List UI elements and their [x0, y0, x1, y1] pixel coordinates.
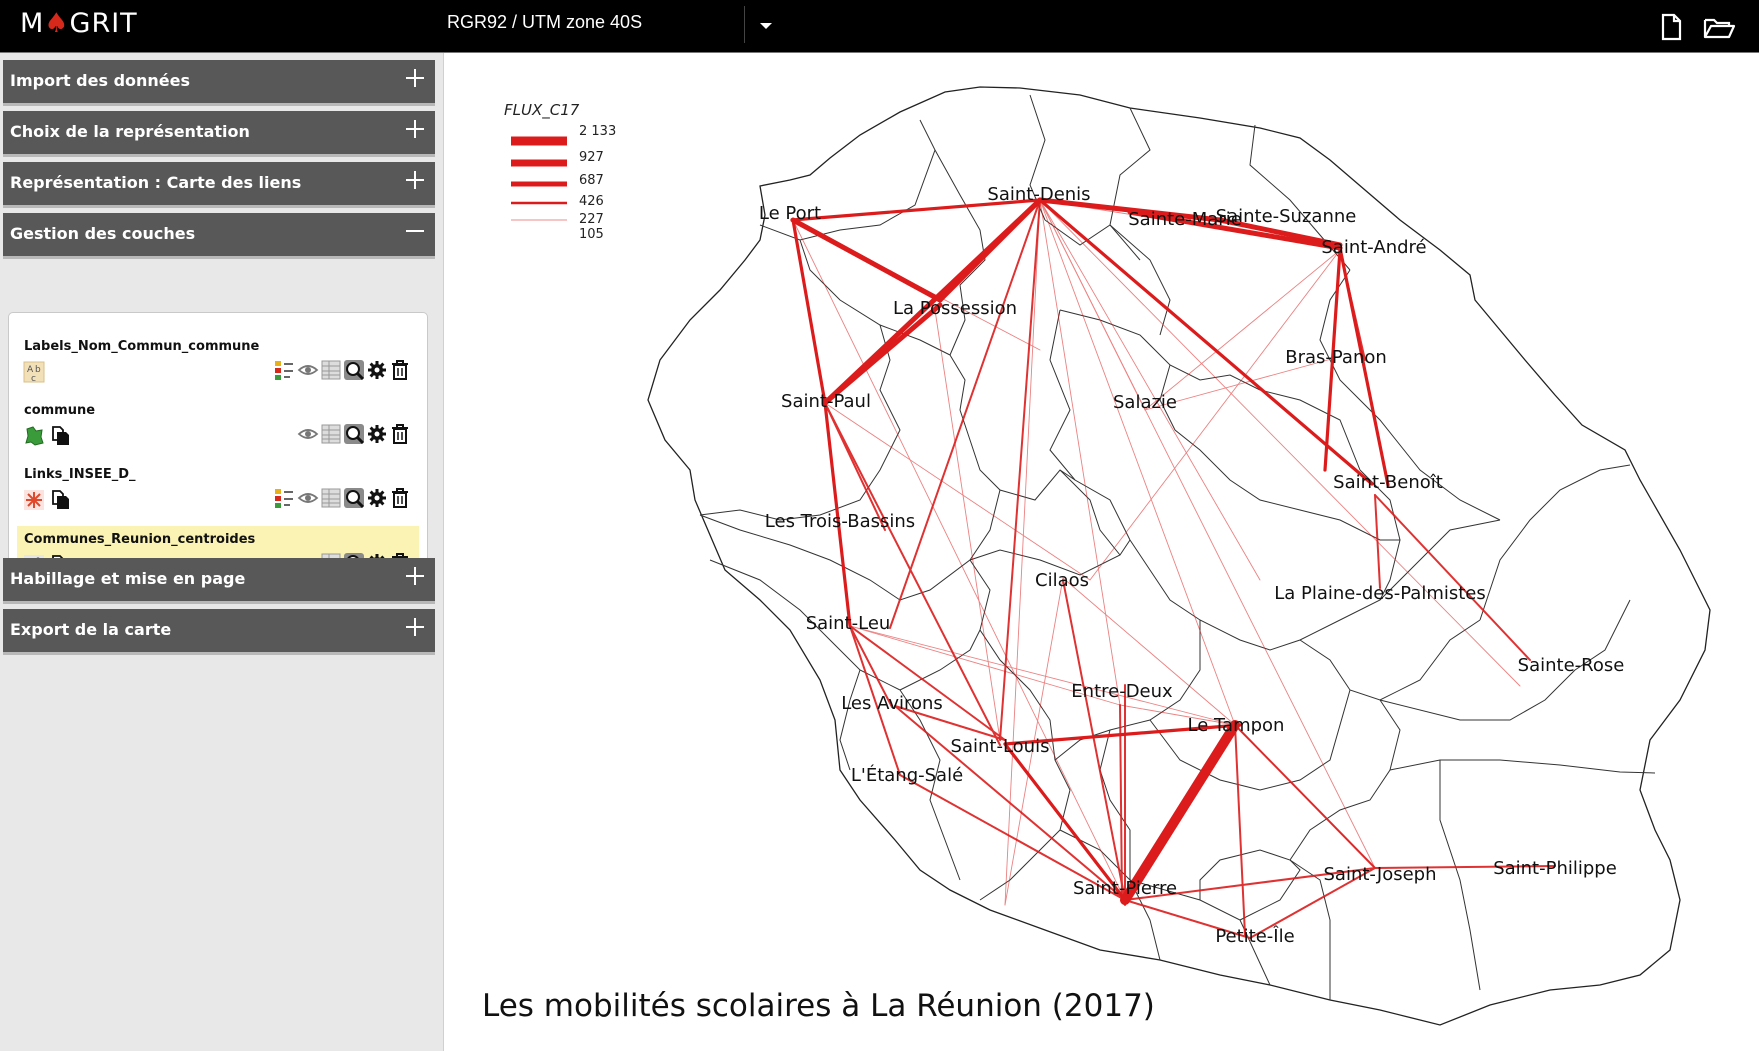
spade-icon: ♠ — [44, 8, 70, 39]
commune-label: Saint-André — [1321, 237, 1426, 258]
commune-label: Bras-Panon — [1285, 347, 1387, 368]
commune-label: La Possession — [893, 298, 1017, 319]
trash-icon[interactable] — [389, 423, 411, 445]
legend-value: 687 — [579, 173, 604, 188]
section-habillage-mise-en-page[interactable]: Habillage et mise en page — [3, 558, 435, 604]
plus-icon[interactable] — [403, 564, 427, 588]
replace-layer-icon[interactable] — [49, 425, 71, 447]
label-layer-icon: Ab c — [23, 361, 45, 383]
commune-label: La Plaine-des-Palmistes — [1274, 583, 1486, 604]
commune-label: Cilaos — [1035, 570, 1089, 591]
gear-icon[interactable] — [366, 487, 388, 509]
plus-icon[interactable] — [403, 117, 427, 141]
eye-icon[interactable] — [297, 359, 319, 381]
commune-label: Saint-Philippe — [1493, 858, 1617, 879]
new-file-icon[interactable] — [1656, 12, 1686, 42]
layer-item[interactable]: Labels_Nom_Commun_commune Ab c — [17, 333, 419, 391]
open-folder-icon[interactable] — [1702, 12, 1736, 42]
commune-label: Saint-Louis — [951, 736, 1050, 757]
minus-icon[interactable] — [403, 219, 427, 243]
legend-value: 227 — [579, 212, 604, 227]
legend-value: 927 — [579, 150, 604, 165]
plus-icon[interactable] — [403, 168, 427, 192]
svg-text:c: c — [31, 374, 36, 383]
commune-label: Petite-Île — [1215, 925, 1294, 947]
legend-icon[interactable] — [273, 359, 295, 381]
commune-label: Saint-Paul — [781, 391, 871, 412]
trash-icon[interactable] — [389, 487, 411, 509]
app-logo[interactable]: M♠GRIT — [20, 8, 138, 39]
legend-title: FLUX_C17 — [504, 101, 580, 119]
projection-select-value[interactable]: RGR92 / UTM zone 40S — [447, 12, 642, 33]
table-icon[interactable] — [320, 359, 342, 381]
legend-icon[interactable] — [273, 487, 295, 509]
map-svg[interactable]: 2 133 927 687 426 227 105 Le Port Saint-… — [444, 54, 1759, 1051]
links-layer-icon — [24, 490, 44, 510]
section-gestion-couches[interactable]: Gestion des couches — [3, 213, 435, 259]
commune-label: Le Port — [759, 203, 821, 224]
layer-item[interactable]: commune — [17, 397, 419, 455]
plus-icon[interactable] — [403, 615, 427, 639]
commune-label: Salazie — [1113, 392, 1177, 413]
commune-label: Saint-Denis — [987, 184, 1090, 205]
section-carte-des-liens[interactable]: Représentation : Carte des liens — [3, 162, 435, 208]
table-icon[interactable] — [320, 423, 342, 445]
commune-label: Sainte-Rose — [1518, 655, 1625, 676]
top-bar: M♠GRIT RGR92 / UTM zone 40S — [0, 0, 1759, 53]
commune-label: Saint-Pierre — [1073, 878, 1177, 899]
trash-icon[interactable] — [389, 359, 411, 381]
commune-label: Saint-Joseph — [1323, 864, 1436, 885]
eye-icon[interactable] — [297, 487, 319, 509]
commune-label: Le Tampon — [1188, 715, 1285, 736]
chevron-down-icon[interactable] — [756, 15, 776, 35]
map-canvas[interactable]: 2 133 927 687 426 227 105 Le Port Saint-… — [444, 54, 1759, 1051]
zoom-layer-icon[interactable] — [343, 423, 365, 445]
legend-symbols — [511, 136, 567, 221]
zoom-layer-icon[interactable] — [343, 487, 365, 509]
plus-icon[interactable] — [403, 66, 427, 90]
eye-icon[interactable] — [297, 423, 319, 445]
commune-label: Entre-Deux — [1071, 681, 1173, 702]
commune-label: Les Avirons — [841, 693, 943, 714]
commune-label: Saint-Leu — [806, 613, 891, 634]
layer-item[interactable]: Links_INSEE_D_ — [17, 461, 419, 519]
table-icon[interactable] — [320, 487, 342, 509]
map-title[interactable]: Les mobilités scolaires à La Réunion (20… — [482, 988, 1155, 1024]
gear-icon[interactable] — [366, 423, 388, 445]
gear-icon[interactable] — [366, 359, 388, 381]
zoom-layer-icon[interactable] — [343, 359, 365, 381]
polygon-layer-icon — [25, 426, 44, 446]
section-import-donnees[interactable]: Import des données — [3, 60, 435, 106]
commune-label: L'Étang-Salé — [851, 764, 963, 786]
section-choix-representation[interactable]: Choix de la représentation — [3, 111, 435, 157]
commune-label: Saint-Benoît — [1333, 472, 1443, 493]
legend-value: 426 — [579, 194, 604, 209]
commune-label: Sainte-Suzanne — [1216, 206, 1357, 227]
projection-separator — [744, 6, 745, 43]
section-export-carte[interactable]: Export de la carte — [3, 609, 435, 655]
replace-layer-icon[interactable] — [49, 489, 71, 511]
commune-label: Les Trois-Bassins — [765, 511, 915, 532]
legend-values: 2 133 927 687 426 227 105 — [579, 124, 616, 242]
sidebar: Import des données Choix de la représent… — [0, 53, 444, 1051]
legend-value: 105 — [579, 227, 604, 242]
legend-value: 2 133 — [579, 124, 616, 139]
